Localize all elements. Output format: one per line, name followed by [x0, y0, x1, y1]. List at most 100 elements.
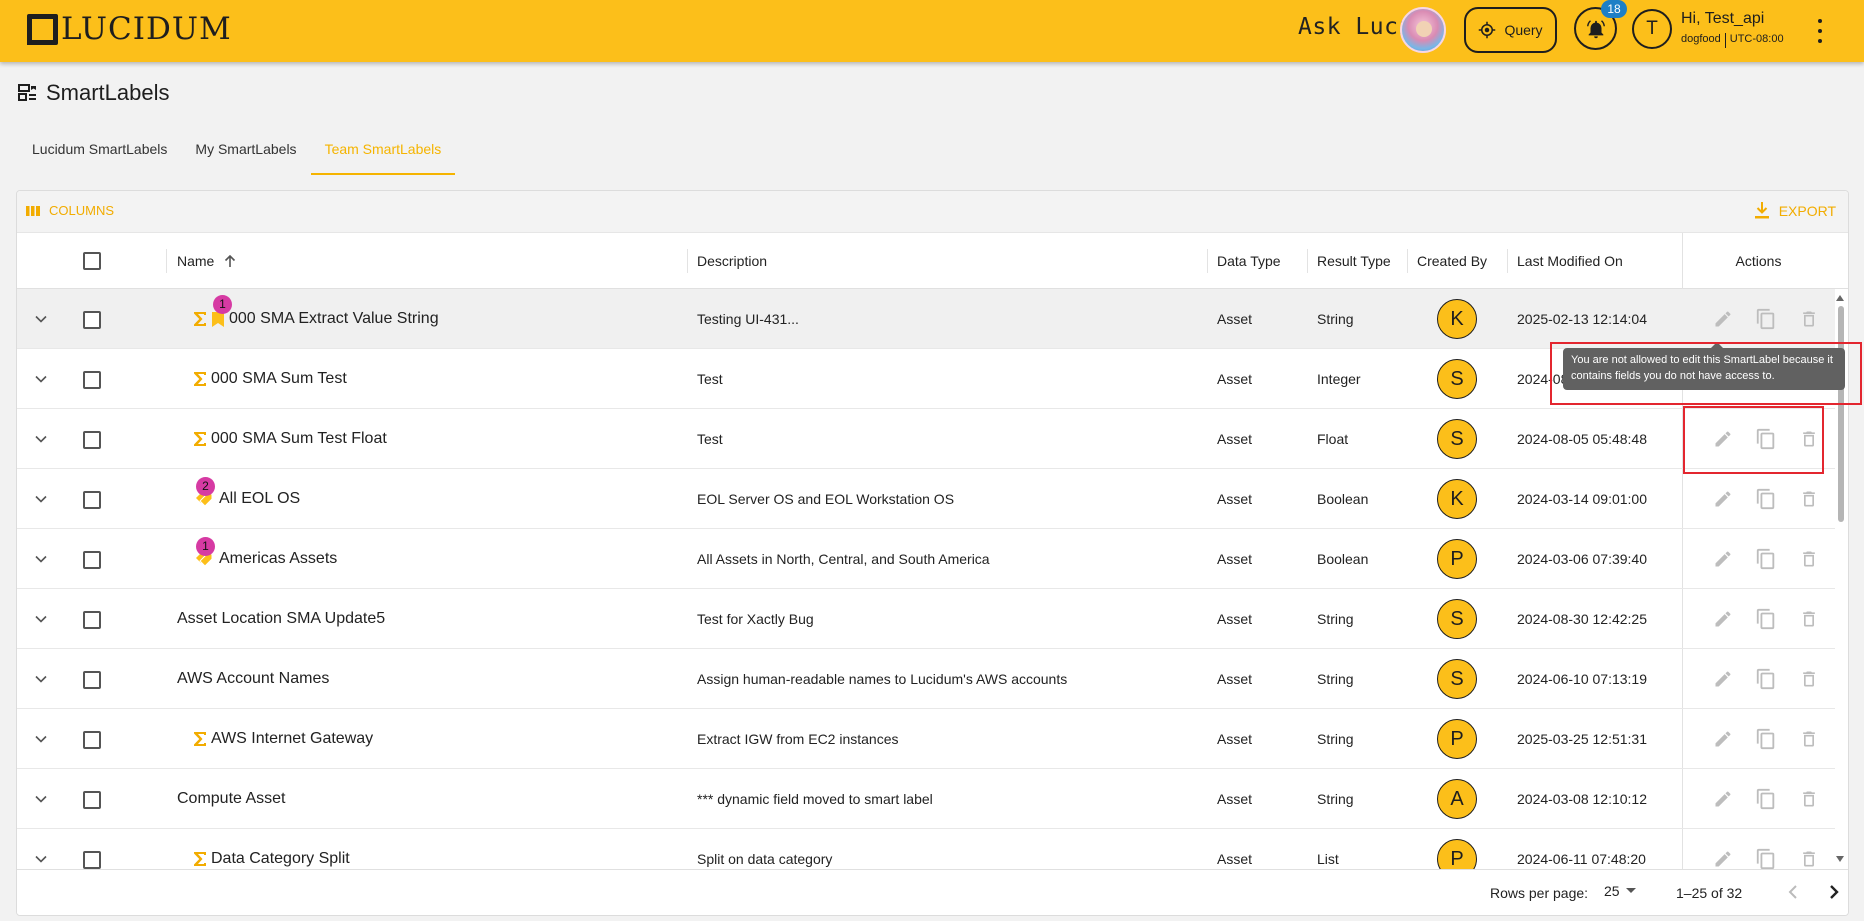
cell-name[interactable]: AWS Internet Gateway — [193, 709, 677, 769]
edit-icon[interactable] — [1705, 601, 1741, 637]
row-checkbox[interactable] — [83, 431, 101, 449]
column-header-description[interactable]: Description — [697, 233, 767, 289]
table-row[interactable]: Data Category Split Split on data categor… — [17, 829, 1835, 869]
expand-row-chevron-icon[interactable] — [35, 769, 47, 829]
row-checkbox[interactable] — [83, 311, 101, 329]
delete-icon[interactable] — [1791, 721, 1827, 757]
cell-name[interactable]: 000 SMA Sum Test Float — [193, 409, 677, 469]
delete-icon[interactable] — [1791, 781, 1827, 817]
table-row[interactable]: 1 000 SMA Extract Value String Testing UI-… — [17, 289, 1835, 349]
column-header-created-by[interactable]: Created By — [1417, 233, 1487, 289]
row-checkbox[interactable] — [83, 491, 101, 509]
query-button[interactable]: Query — [1464, 7, 1557, 53]
column-header-result-type[interactable]: Result Type — [1317, 233, 1391, 289]
copy-icon[interactable] — [1748, 481, 1784, 517]
smartlabel-name: Americas Assets — [219, 550, 338, 567]
copy-icon[interactable] — [1748, 781, 1784, 817]
row-checkbox[interactable] — [83, 671, 101, 689]
luci-assistant-avatar[interactable] — [1400, 7, 1446, 53]
previous-page-icon[interactable] — [1781, 880, 1805, 904]
row-checkbox[interactable] — [83, 551, 101, 569]
next-page-icon[interactable] — [1822, 880, 1846, 904]
org-name: dogfood — [1681, 33, 1721, 45]
row-checkbox[interactable] — [83, 731, 101, 749]
delete-icon[interactable] — [1791, 301, 1827, 337]
copy-icon[interactable] — [1748, 841, 1784, 869]
select-all-checkbox[interactable] — [83, 252, 101, 270]
cell-name[interactable]: Asset Location SMA Update5 — [177, 589, 677, 649]
table-row[interactable]: Asset Location SMA Update5 Test for Xactl… — [17, 589, 1835, 649]
delete-icon[interactable] — [1791, 661, 1827, 697]
row-checkbox[interactable] — [83, 611, 101, 629]
cell-name[interactable]: Compute Asset — [177, 769, 677, 829]
column-header-data-type[interactable]: Data Type — [1217, 233, 1281, 289]
copy-icon[interactable] — [1748, 721, 1784, 757]
table-row[interactable]: AWS Account Names Assign human-readable n… — [17, 649, 1835, 709]
expand-row-chevron-icon[interactable] — [35, 709, 47, 769]
count-badge: 1 — [213, 294, 232, 314]
copy-icon[interactable] — [1748, 541, 1784, 577]
edit-icon[interactable] — [1705, 841, 1741, 869]
column-header-name[interactable]: Name — [177, 233, 236, 289]
table-row[interactable]: Compute Asset *** dynamic field moved to … — [17, 769, 1835, 829]
expand-row-chevron-icon[interactable] — [35, 409, 47, 469]
copy-icon[interactable] — [1748, 661, 1784, 697]
more-menu-button[interactable] — [1812, 19, 1828, 43]
user-avatar[interactable]: T — [1632, 9, 1672, 49]
scroll-up-icon[interactable] — [1836, 295, 1844, 301]
row-checkbox[interactable] — [83, 791, 101, 809]
table-row[interactable]: 000 SMA Sum Test Float Test Asset Float S 202… — [17, 409, 1835, 469]
cell-name[interactable]: 000 SMA Sum Test — [193, 349, 677, 409]
delete-icon[interactable] — [1791, 481, 1827, 517]
query-button-label: Query — [1504, 22, 1543, 38]
column-header-last-modified[interactable]: Last Modified On — [1517, 233, 1623, 289]
user-greeting[interactable]: Hi, Test_api — [1681, 10, 1764, 28]
tab-team-smartlabels[interactable]: Team SmartLabels — [310, 131, 456, 175]
creator-avatar: K — [1437, 479, 1477, 519]
row-checkbox[interactable] — [83, 851, 101, 869]
cell-data-type: Asset — [1217, 431, 1253, 447]
columns-button[interactable]: COLUMNS — [26, 203, 114, 218]
cell-name[interactable]: AWS Account Names — [177, 649, 677, 709]
tab-lucidum-smartlabels[interactable]: Lucidum SmartLabels — [18, 131, 181, 175]
copy-icon[interactable] — [1748, 601, 1784, 637]
expand-row-chevron-icon[interactable] — [35, 829, 47, 869]
delete-icon[interactable] — [1791, 541, 1827, 577]
cell-description: *** dynamic field moved to smart label — [697, 791, 933, 807]
edit-icon[interactable] — [1705, 661, 1741, 697]
delete-icon[interactable] — [1791, 841, 1827, 869]
table-row[interactable]: 2 All EOL OS EOL Server OS and EOL Worksta… — [17, 469, 1835, 529]
sort-ascending-icon[interactable] — [224, 254, 236, 268]
edit-icon[interactable] — [1705, 721, 1741, 757]
copy-icon[interactable] — [1748, 301, 1784, 337]
expand-row-chevron-icon[interactable] — [35, 469, 47, 529]
table-row[interactable]: 1 Americas Assets All Assets in North, Cen… — [17, 529, 1835, 589]
scroll-down-icon[interactable] — [1836, 856, 1844, 862]
expand-row-chevron-icon[interactable] — [35, 649, 47, 709]
tab-my-smartlabels[interactable]: My SmartLabels — [181, 131, 310, 175]
rows-per-page-select[interactable]: 25 — [1604, 883, 1636, 899]
expand-row-chevron-icon[interactable] — [35, 289, 47, 349]
kebab-dot-icon — [1818, 19, 1822, 23]
row-checkbox[interactable] — [83, 371, 101, 389]
expand-row-chevron-icon[interactable] — [35, 589, 47, 649]
expand-row-chevron-icon[interactable] — [35, 529, 47, 589]
cell-name[interactable]: 2 All EOL OS — [193, 469, 677, 529]
column-separator — [1307, 249, 1308, 273]
edit-icon[interactable] — [1705, 301, 1741, 337]
cell-result-type: String — [1317, 731, 1354, 747]
delete-icon[interactable] — [1791, 601, 1827, 637]
export-button[interactable]: EXPORT — [1754, 202, 1836, 219]
edit-icon[interactable] — [1705, 781, 1741, 817]
expand-row-chevron-icon[interactable] — [35, 349, 47, 409]
lucidum-logo[interactable]: LUCIDUM — [27, 14, 232, 45]
rows-per-page-value: 25 — [1604, 883, 1620, 899]
edit-icon[interactable] — [1705, 541, 1741, 577]
scrollbar-thumb[interactable] — [1838, 306, 1844, 522]
edit-icon[interactable] — [1705, 481, 1741, 517]
cell-last-modified: 2025-02-13 12:14:04 — [1517, 311, 1647, 327]
cell-name[interactable]: 1 000 SMA Extract Value String — [193, 289, 677, 349]
cell-name[interactable]: Data Category Split — [193, 829, 677, 869]
table-row[interactable]: AWS Internet Gateway Extract IGW from EC2… — [17, 709, 1835, 769]
cell-name[interactable]: 1 Americas Assets — [193, 529, 677, 589]
